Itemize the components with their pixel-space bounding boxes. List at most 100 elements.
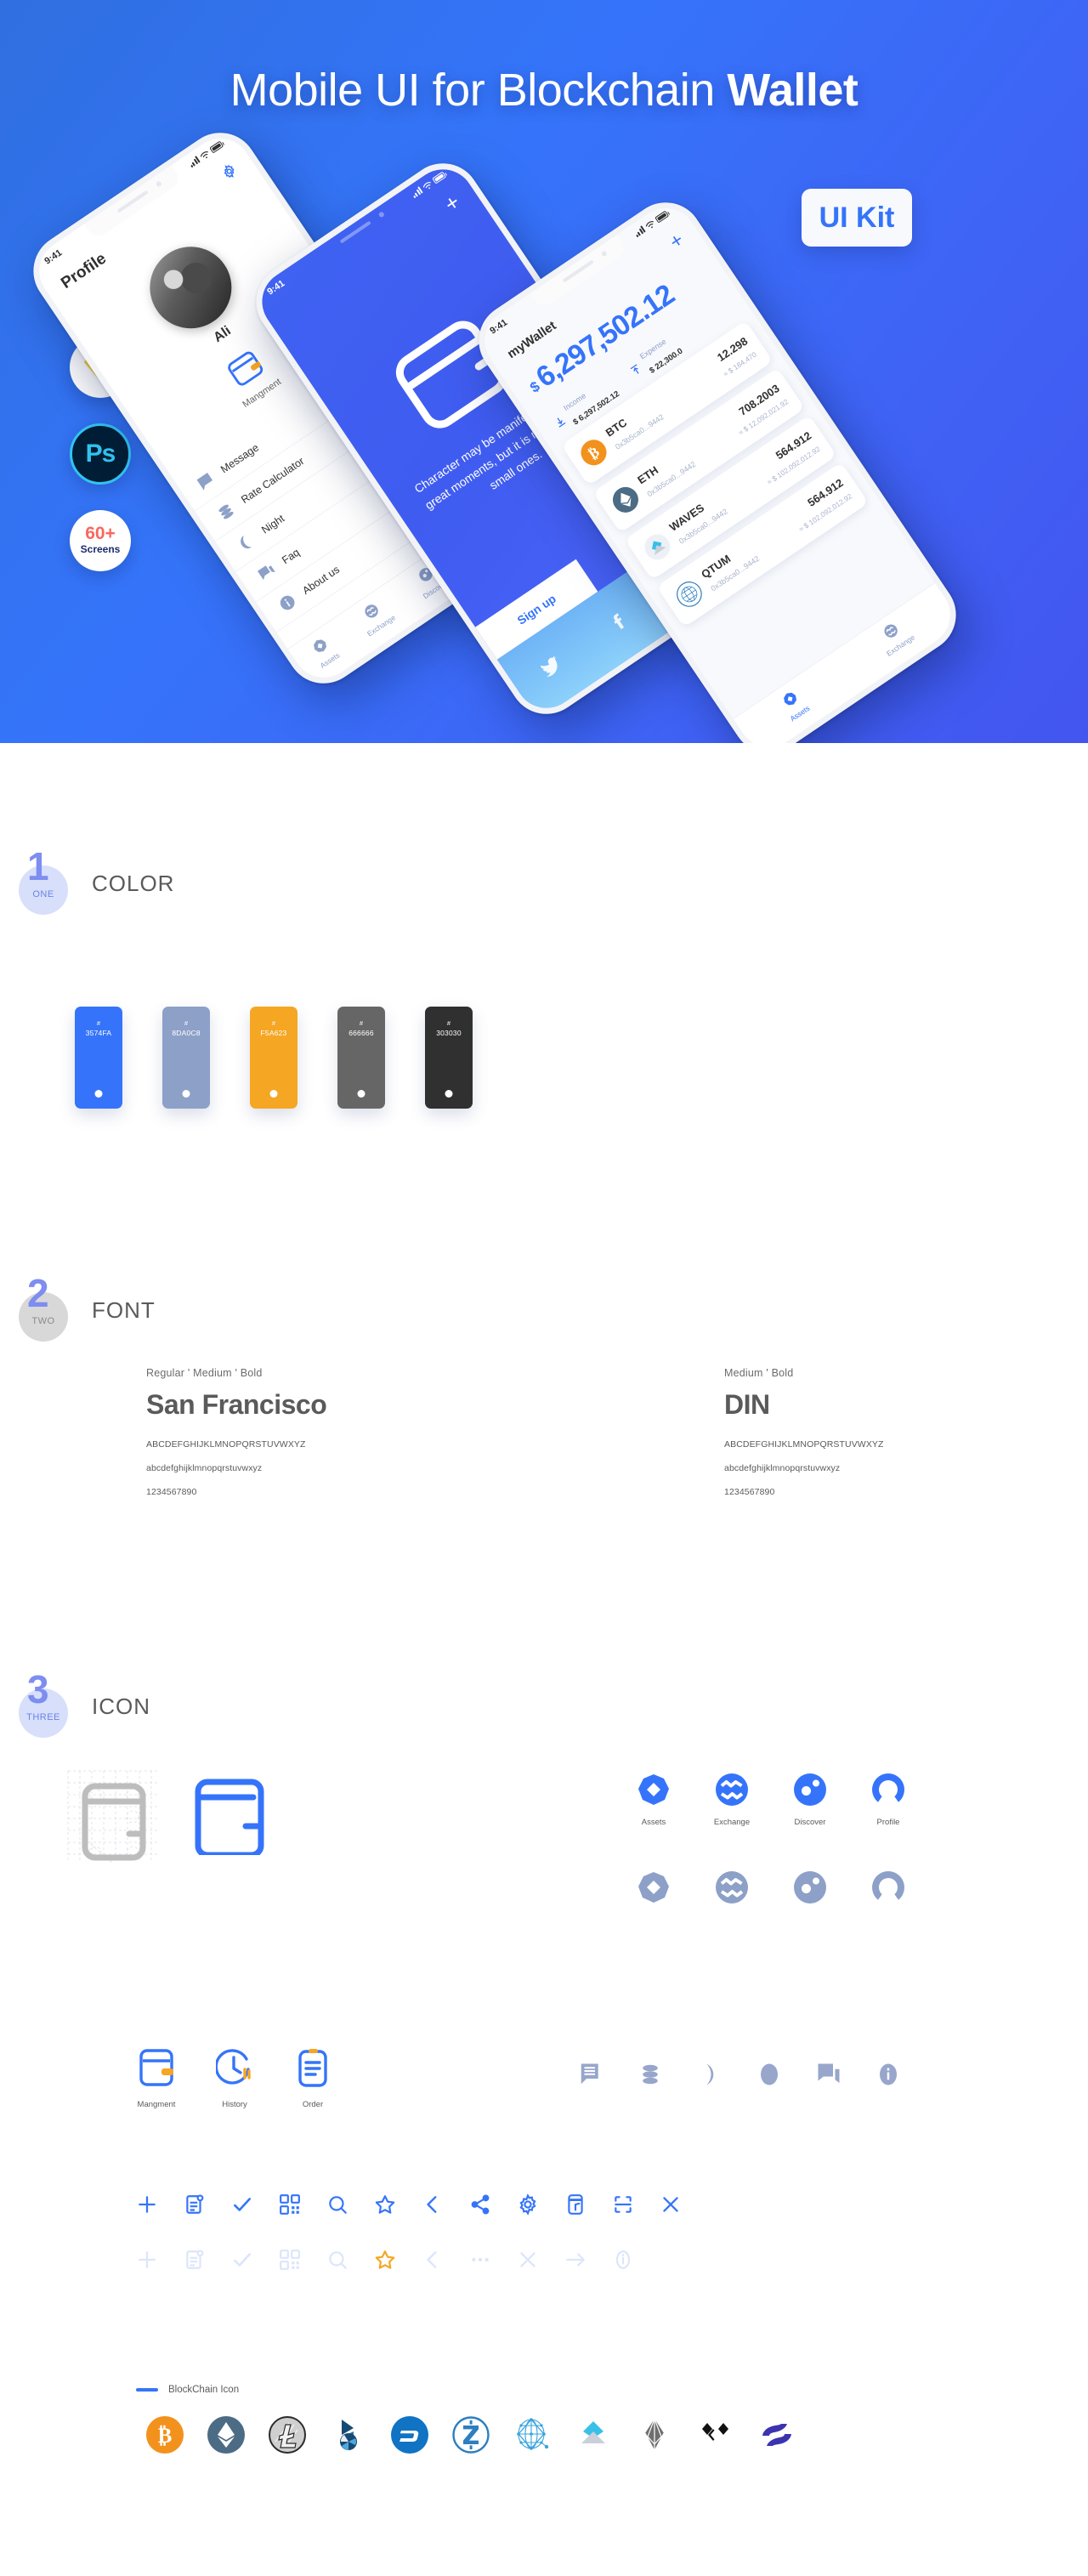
wallet-icon xyxy=(228,351,264,386)
status-time: 9:41 xyxy=(265,278,287,298)
chevron-left-icon[interactable] xyxy=(422,2249,444,2275)
moon-icon[interactable] xyxy=(697,2062,722,2091)
chevron-left-icon[interactable] xyxy=(422,2193,444,2220)
utility-icon-order[interactable]: Order xyxy=(292,2047,333,2109)
litecoin-icon[interactable] xyxy=(269,2416,306,2454)
font-numerals: 1234567890 xyxy=(146,1487,197,1497)
exchange-icon xyxy=(365,604,378,618)
circle-icon[interactable] xyxy=(756,2062,782,2091)
exchange-icon xyxy=(716,1773,748,1806)
star-icon[interactable] xyxy=(374,2193,396,2220)
stratis-icon[interactable] xyxy=(758,2416,796,2454)
twitter-icon[interactable] xyxy=(537,653,565,681)
color-swatch[interactable]: # 303030 xyxy=(425,1007,473,1109)
color-hex: 8DA0C8 xyxy=(172,1029,201,1038)
discover-icon xyxy=(794,1773,826,1806)
history-icon xyxy=(214,2049,251,2085)
font-uppercase: ABCDEFGHIJKLMNOPQRSTUVWXYZ xyxy=(146,1439,306,1450)
moon-icon xyxy=(235,531,258,554)
section-number-badge: 2 TWO xyxy=(19,1274,68,1342)
card-note-icon[interactable] xyxy=(564,2193,586,2220)
assets-icon xyxy=(783,692,796,706)
share-icon[interactable] xyxy=(469,2193,491,2220)
arrow-right-icon[interactable] xyxy=(564,2249,586,2275)
section-title: FONT xyxy=(92,1297,156,1323)
tab-assets[interactable]: Assets xyxy=(307,633,341,670)
tab-icon-label: Profile xyxy=(876,1818,900,1827)
search-icon[interactable] xyxy=(326,2249,348,2275)
utility-icon-mangment[interactable]: Mangment xyxy=(136,2047,177,2109)
tab-icon-profile-inactive[interactable] xyxy=(870,1870,907,1909)
utility-icon-history[interactable]: History xyxy=(214,2047,255,2109)
profile-icon xyxy=(872,1773,904,1802)
label-accent-bar xyxy=(136,2388,158,2392)
grey-icon-set xyxy=(578,2062,901,2091)
bitcoin-icon[interactable]: ₿ xyxy=(146,2416,184,2454)
waves-icon[interactable] xyxy=(575,2416,612,2454)
ethereum-icon[interactable] xyxy=(207,2416,245,2454)
eos-icon[interactable] xyxy=(636,2416,673,2454)
zcash-icon[interactable] xyxy=(452,2416,490,2454)
tab-icon-assets-inactive[interactable] xyxy=(635,1870,672,1909)
plus-icon[interactable] xyxy=(136,2193,158,2220)
bitshares-icon[interactable] xyxy=(330,2416,367,2454)
swatch-dot xyxy=(94,1090,103,1098)
gear-icon[interactable] xyxy=(218,161,242,185)
line-icon-row-primary xyxy=(136,2193,682,2220)
dash-icon[interactable] xyxy=(391,2416,428,2454)
qr-code-icon[interactable] xyxy=(279,2249,301,2275)
scan-icon[interactable] xyxy=(612,2193,634,2220)
tab-icon-profile[interactable]: Profile xyxy=(870,1773,907,1827)
wallet-blue-icon xyxy=(193,1777,271,1858)
info-icon[interactable] xyxy=(612,2249,634,2275)
plus-icon[interactable]: + xyxy=(666,229,688,254)
tab-icon-label: Assets xyxy=(641,1818,666,1827)
edit-doc-icon[interactable] xyxy=(184,2193,206,2220)
plus-icon[interactable] xyxy=(136,2249,158,2275)
coins-icon[interactable] xyxy=(638,2062,663,2091)
discover-icon xyxy=(794,1871,826,1904)
star-icon[interactable] xyxy=(374,2249,396,2275)
section-number-badge: 3 THREE xyxy=(19,1670,68,1738)
section-title: ICON xyxy=(92,1693,150,1719)
check-icon[interactable] xyxy=(231,2193,253,2220)
color-swatch[interactable]: # F5A623 xyxy=(250,1007,298,1109)
tab-icon-exchange-inactive[interactable] xyxy=(713,1870,751,1909)
chat-icon[interactable] xyxy=(816,2062,842,2091)
color-swatch[interactable]: # 3574FA xyxy=(75,1007,122,1109)
swatch-dot xyxy=(445,1090,453,1098)
plus-icon[interactable]: + xyxy=(439,189,464,217)
color-swatch[interactable]: # 666666 xyxy=(337,1007,385,1109)
font-lowercase: abcdefghijklmnopqrstuvwxyz xyxy=(724,1463,841,1473)
color-hex: 3574FA xyxy=(85,1029,112,1038)
qr-code-icon[interactable] xyxy=(279,2193,301,2220)
gear-icon[interactable] xyxy=(517,2193,539,2220)
search-icon[interactable] xyxy=(326,2193,348,2220)
more-icon[interactable] xyxy=(469,2249,491,2275)
monero-icon[interactable] xyxy=(697,2416,734,2454)
hash-symbol: # xyxy=(271,1019,276,1027)
font-name: San Francisco xyxy=(146,1389,327,1420)
list-item-label: About us xyxy=(300,563,343,597)
tab-icon-discover[interactable]: Discover xyxy=(791,1773,829,1827)
tab-icon-assets[interactable]: Assets xyxy=(635,1773,672,1827)
tab-icon-discover-inactive[interactable] xyxy=(791,1870,829,1909)
assets-icon xyxy=(638,1774,669,1805)
wifi-icon xyxy=(200,150,208,158)
status-time: 9:41 xyxy=(488,317,510,337)
close-icon[interactable] xyxy=(660,2193,682,2220)
tab-exchange[interactable]: Exchange xyxy=(873,616,916,657)
wifi-icon xyxy=(645,220,654,228)
edit-doc-icon[interactable] xyxy=(184,2249,206,2275)
color-swatch[interactable]: # 8DA0C8 xyxy=(162,1007,210,1109)
facebook-icon[interactable] xyxy=(604,608,632,636)
message-icon[interactable] xyxy=(578,2062,604,2091)
info-icon[interactable] xyxy=(876,2062,901,2091)
close-icon[interactable] xyxy=(517,2249,539,2275)
tab-exchange[interactable]: Exchange xyxy=(354,596,397,638)
tab-assets[interactable]: Assets xyxy=(777,687,811,723)
blockchain-icon-label: BlockChain Icon xyxy=(136,2385,239,2395)
tab-icon-exchange[interactable]: Exchange xyxy=(713,1773,751,1827)
check-icon[interactable] xyxy=(231,2249,253,2275)
nebulas-icon[interactable] xyxy=(513,2416,551,2454)
